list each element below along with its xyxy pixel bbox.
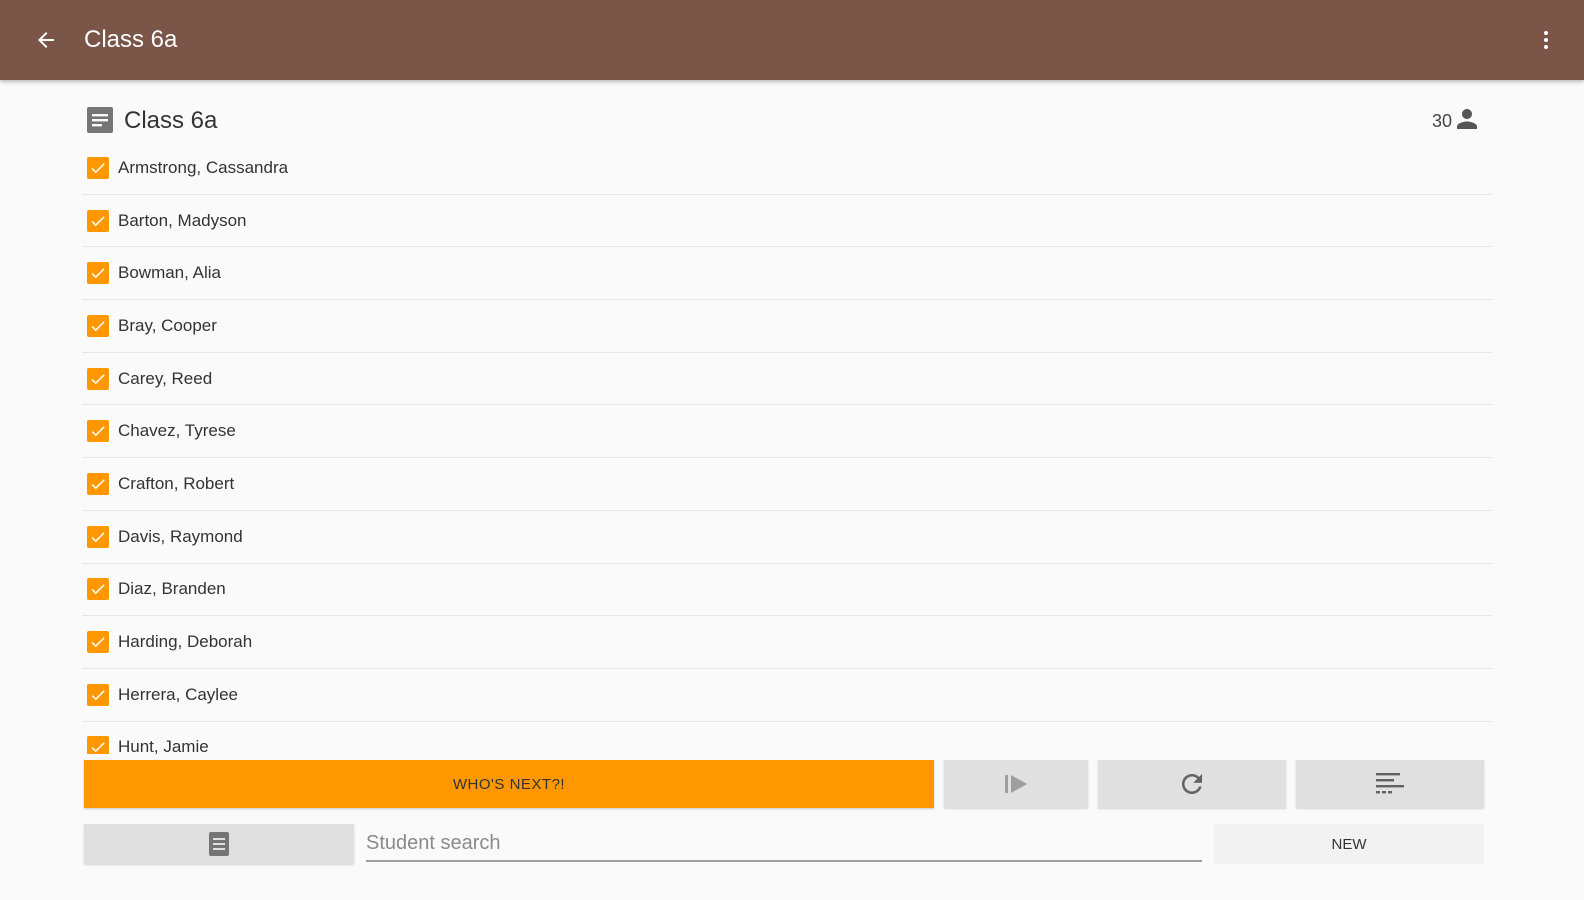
student-checkbox[interactable] <box>87 314 109 337</box>
app-bar: Class 6a <box>0 0 1584 80</box>
student-row[interactable]: Davis, Raymond <box>82 511 1492 564</box>
student-row[interactable]: Chavez, Tyrese <box>82 405 1492 459</box>
student-name: Bowman, Alia <box>118 263 221 283</box>
student-name: Herrera, Caylee <box>118 684 238 704</box>
check-icon <box>91 689 105 700</box>
student-name: Davis, Raymond <box>118 526 243 546</box>
student-row[interactable]: Diaz, Branden <box>82 564 1492 617</box>
student-checkbox[interactable] <box>87 578 109 601</box>
check-icon <box>91 426 105 437</box>
student-checkbox[interactable] <box>87 736 109 754</box>
whos-next-button[interactable]: WHO'S NEXT?! <box>84 760 934 808</box>
check-icon <box>91 584 105 595</box>
student-row[interactable]: Armstrong, Cassandra <box>82 142 1492 195</box>
class-list-icon <box>209 832 229 856</box>
new-button[interactable]: NEW <box>1214 824 1484 864</box>
student-row[interactable]: Bowman, Alia <box>82 247 1492 301</box>
student-checkbox[interactable] <box>87 472 109 495</box>
sort-button[interactable] <box>1296 760 1484 808</box>
check-icon <box>91 215 105 226</box>
student-name: Carey, Reed <box>118 368 213 388</box>
student-name: Bray, Cooper <box>118 315 217 335</box>
student-name: Armstrong, Cassandra <box>118 157 289 177</box>
student-list[interactable]: Armstrong, Cassandra Barton, Madyson Bowma… <box>82 142 1492 754</box>
student-checkbox[interactable] <box>87 525 109 548</box>
reset-button[interactable] <box>1098 760 1286 808</box>
student-name: Chavez, Tyrese <box>118 421 236 441</box>
skip-next-icon <box>1005 775 1027 793</box>
class-title: Class 6a <box>124 107 218 134</box>
check-icon <box>91 637 105 648</box>
student-row[interactable]: Crafton, Robert <box>82 458 1492 511</box>
student-checkbox[interactable] <box>87 367 109 390</box>
student-checkbox[interactable] <box>87 209 109 232</box>
student-search <box>366 826 1202 862</box>
class-list-icon <box>87 107 113 133</box>
overflow-menu-button[interactable] <box>1530 24 1562 56</box>
student-name: Hunt, Jamie <box>118 737 209 754</box>
student-row[interactable]: Herrera, Caylee <box>82 669 1492 722</box>
student-checkbox[interactable] <box>87 631 109 654</box>
student-name: Diaz, Branden <box>118 579 226 599</box>
sort-icon <box>1376 773 1404 794</box>
student-row[interactable]: Barton, Madyson <box>82 195 1492 248</box>
check-icon <box>91 163 105 174</box>
refresh-icon <box>1182 774 1202 794</box>
back-button[interactable] <box>30 24 62 56</box>
class-select-button[interactable] <box>84 824 354 864</box>
app-bar-title: Class 6a <box>84 26 178 53</box>
student-name: Harding, Deborah <box>118 632 253 652</box>
student-search-input[interactable] <box>366 826 1202 860</box>
class-header: Class 6a 30 <box>86 104 1498 140</box>
student-row[interactable]: Hunt, Jamie <box>82 722 1492 754</box>
check-icon <box>91 479 105 490</box>
check-icon <box>91 373 105 384</box>
student-checkbox[interactable] <box>87 420 109 443</box>
student-count: 30 <box>1431 111 1452 131</box>
check-icon <box>91 531 105 542</box>
student-checkbox[interactable] <box>87 262 109 285</box>
student-checkbox[interactable] <box>87 683 109 706</box>
student-name: Crafton, Robert <box>118 473 235 493</box>
skip-button[interactable] <box>944 760 1088 808</box>
check-icon <box>91 742 105 753</box>
student-checkbox[interactable] <box>87 156 109 179</box>
check-icon <box>91 321 105 332</box>
student-row[interactable]: Bray, Cooper <box>82 300 1492 353</box>
arrow-back-icon <box>38 32 54 48</box>
student-row[interactable]: Harding, Deborah <box>82 616 1492 669</box>
student-name: Barton, Madyson <box>118 210 247 230</box>
check-icon <box>91 268 105 279</box>
more-vert-icon <box>1544 31 1548 49</box>
person-icon <box>1457 109 1477 129</box>
student-row[interactable]: Carey, Reed <box>82 353 1492 406</box>
